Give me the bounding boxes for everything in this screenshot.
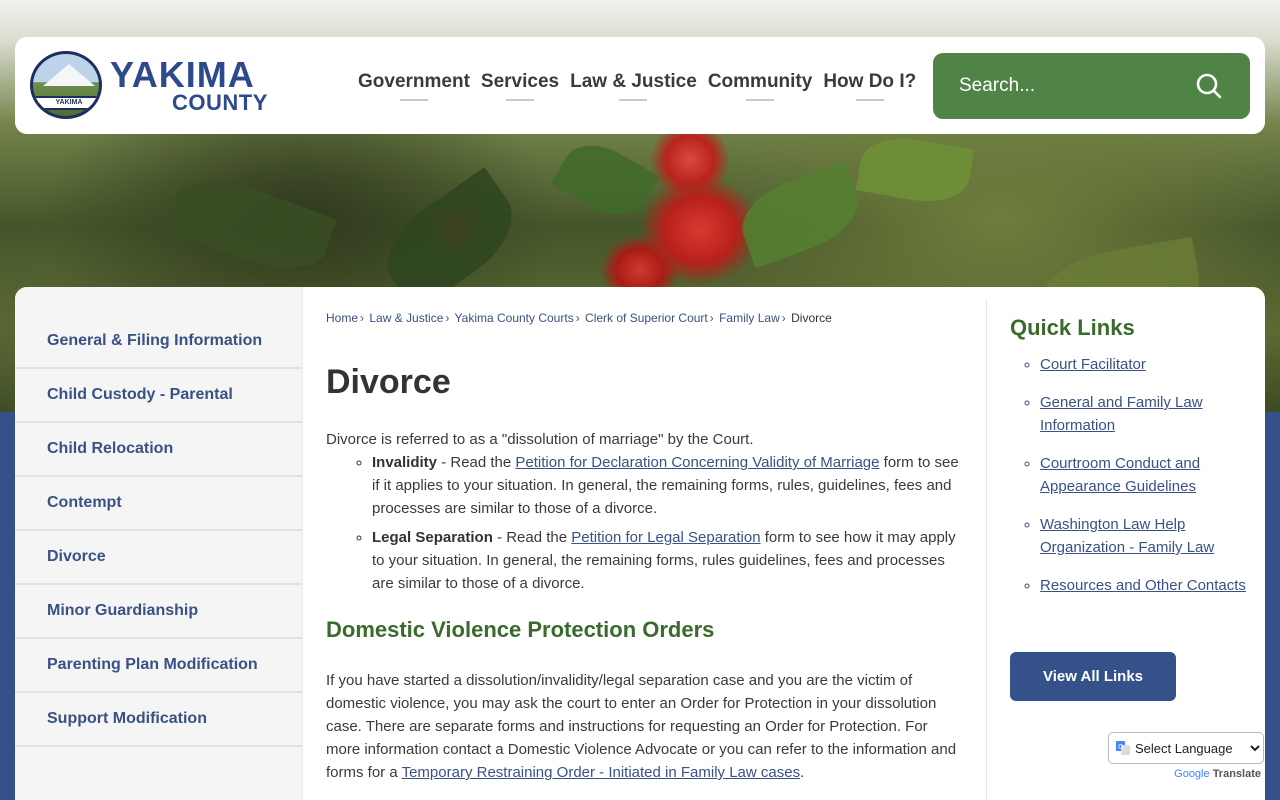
section-heading: Domestic Violence Protection Orders [326,617,715,642]
powered-by: Google Translate [1108,768,1265,780]
view-all-links-button[interactable]: View All Links [1010,652,1176,701]
translate-widget: G Select Language Google Translate [1108,732,1265,780]
quick-link-resources[interactable]: Resources and Other Contacts [1040,577,1246,594]
bullet-text: - Read the [492,529,572,546]
bullet-text: - Read the [437,454,516,471]
breadcrumb-courts[interactable]: Yakima County Courts [455,311,574,325]
nav-services[interactable]: Services [481,71,559,101]
breadcrumb-family-law[interactable]: Family Law [719,311,780,325]
bullet-term: Invalidity [372,454,438,471]
section-text-end: . [800,764,805,781]
quick-links-list: Court Facilitator General and Family Law… [1010,353,1250,612]
sidebar-item-contempt[interactable]: Contempt [15,477,302,531]
list-item: Invalidity - Read the Petition for Decla… [372,451,966,520]
logo-subtitle: COUNTY [172,90,268,115]
list-item: General and Family Law Information [1040,391,1250,437]
sidebar-item-child-relocation[interactable]: Child Relocation [15,423,302,477]
sidebar-item-minor-guardianship[interactable]: Minor Guardianship [15,585,302,639]
bullet-term: Legal Separation [372,529,493,546]
quick-link-family-law-info[interactable]: General and Family Law Information [1040,394,1203,434]
google-translate-icon: G [1116,741,1130,755]
site-header: YAKIMA YAKIMA COUNTY Government Services… [15,37,1265,134]
language-select[interactable]: Select Language [1108,732,1264,764]
petition-legal-separation-link[interactable]: Petition for Legal Separation [571,529,760,546]
sidebar-item-child-custody[interactable]: Child Custody - Parental [15,369,302,423]
intro-block: Divorce is referred to as a "dissolution… [326,428,966,601]
section-paragraph: If you have started a dissolution/invali… [326,669,966,784]
nav-how-do-i[interactable]: How Do I? [823,71,916,101]
search-box [933,53,1250,119]
breadcrumb: Home › Law & Justice › Yakima County Court… [326,311,832,325]
breadcrumb-clerk[interactable]: Clerk of Superior Court [585,311,708,325]
yakima-county-logo[interactable]: YAKIMA YAKIMA COUNTY [30,51,340,121]
county-seal-icon: YAKIMA [30,51,102,119]
quick-links-title: Quick Links [1010,315,1135,340]
breadcrumb-home[interactable]: Home [326,311,358,325]
list-item: Legal Separation - Read the Petition for… [372,526,966,595]
sidebar-item-divorce[interactable]: Divorce [15,531,302,585]
list-item: Court Facilitator [1040,353,1250,376]
google-wordmark: Google [1174,768,1210,780]
search-input[interactable] [959,69,1199,103]
list-item: Washington Law Help Organization - Famil… [1040,513,1250,559]
temporary-restraining-order-link[interactable]: Temporary Restraining Order - Initiated … [402,764,800,781]
bullet-list: Invalidity - Read the Petition for Decla… [372,451,966,595]
petition-validity-link[interactable]: Petition for Declaration Concerning Vali… [515,454,879,471]
breadcrumb-law-justice[interactable]: Law & Justice [369,311,443,325]
nav-community[interactable]: Community [708,71,812,101]
intro-text: Divorce is referred to as a "dissolution… [326,431,754,448]
sidebar-item-parenting-plan[interactable]: Parenting Plan Modification [15,639,302,693]
svg-text:G: G [1118,743,1123,751]
main-content-card: General & Filing Information Child Custo… [15,287,1265,800]
column-divider [986,299,987,800]
nav-government[interactable]: Government [358,71,470,101]
page-title: Divorce [326,363,451,401]
quick-link-courtroom-conduct[interactable]: Courtroom Conduct and Appearance Guideli… [1040,455,1200,495]
sidebar-nav: General & Filing Information Child Custo… [15,287,303,800]
list-item: Resources and Other Contacts [1040,574,1250,597]
nav-law-justice[interactable]: Law & Justice [570,71,697,101]
translate-link[interactable]: Translate [1213,768,1261,780]
breadcrumb-current: Divorce [791,311,832,325]
main-nav: Government Services Law & Justice Commun… [358,71,927,101]
search-icon[interactable] [1196,73,1222,99]
quick-link-court-facilitator[interactable]: Court Facilitator [1040,356,1146,373]
list-item: Courtroom Conduct and Appearance Guideli… [1040,452,1250,498]
sidebar-item-support-modification[interactable]: Support Modification [15,693,302,747]
quick-link-washington-law-help[interactable]: Washington Law Help Organization - Famil… [1040,516,1214,556]
sidebar-item-general-filing[interactable]: General & Filing Information [15,287,302,369]
logo-title: YAKIMA [110,54,255,95]
